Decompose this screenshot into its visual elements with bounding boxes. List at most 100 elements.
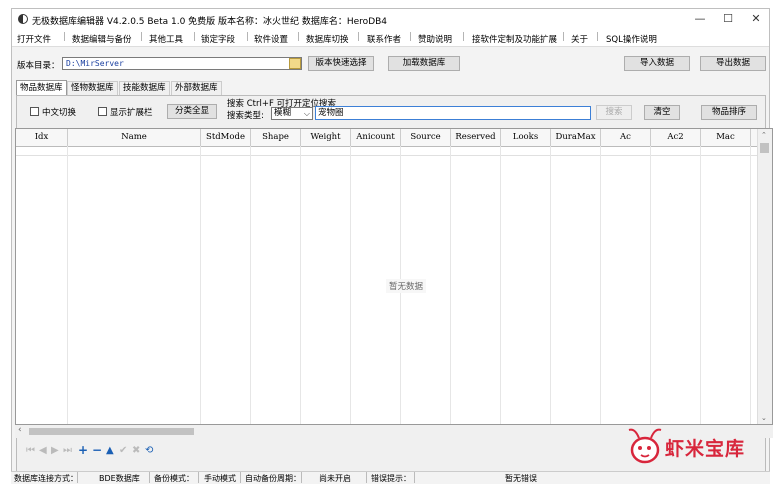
close-button[interactable]: ✕ — [742, 11, 769, 27]
menu-bar: 打开文件 | 数据编辑与备份 | 其他工具 | 锁定字段 | 软件设置 | 数据… — [12, 29, 769, 47]
menu-separator: | — [409, 32, 412, 42]
refresh-icon[interactable]: ⟲ — [145, 445, 153, 456]
title-bar: 无极数据库编辑器 V4.2.0.5 Beta 1.0 免费版 版本名称：冰火世纪… — [12, 9, 769, 29]
status-divider — [77, 472, 78, 483]
load-db-button[interactable]: 加载数据库 — [388, 56, 460, 71]
column-header[interactable]: DuraMax — [551, 129, 601, 146]
column-header[interactable]: Ac — [601, 129, 651, 146]
conn-label: 数据库连接方式： — [14, 474, 78, 483]
menu-open-file[interactable]: 打开文件 — [17, 33, 51, 45]
column-header[interactable]: Mac — [701, 129, 751, 146]
status-divider — [366, 472, 367, 483]
status-divider — [240, 472, 241, 483]
next-record-icon[interactable]: ▶ — [51, 445, 59, 456]
maximize-button[interactable]: ☐ — [714, 11, 742, 27]
export-button[interactable]: 导出数据 — [700, 56, 766, 71]
clear-button[interactable]: 清空 — [644, 105, 680, 120]
search-button[interactable]: 搜索 — [596, 105, 632, 120]
column-header[interactable]: Reserved — [451, 129, 501, 146]
conn-value: BDE数据库 — [99, 474, 140, 483]
menu-separator: | — [357, 32, 360, 42]
menu-settings[interactable]: 软件设置 — [254, 33, 288, 45]
chinese-toggle-label: 中文切换 — [42, 108, 77, 118]
search-type-select[interactable]: 模糊 ⌵ — [271, 107, 313, 120]
dir-input[interactable]: D:\MirServer — [62, 57, 302, 70]
scroll-down-icon[interactable]: ⌄ — [761, 414, 767, 422]
menu-separator: | — [140, 32, 143, 42]
backup-mode-label: 备份模式： — [154, 474, 194, 483]
column-header[interactable]: Name — [68, 129, 201, 146]
prev-record-icon[interactable]: ◀ — [39, 445, 47, 456]
vertical-scrollbar[interactable]: ⌃ ⌄ — [757, 129, 772, 424]
folder-icon[interactable] — [289, 58, 301, 69]
menu-data-edit[interactable]: 数据编辑与备份 — [72, 33, 132, 45]
category-all-button[interactable]: 分类全显 — [167, 104, 217, 119]
tab-external[interactable]: 外部数据库 — [171, 81, 222, 95]
show-ext-checkbox[interactable] — [98, 107, 107, 116]
menu-db-switch[interactable]: 数据库切换 — [306, 33, 349, 45]
import-button[interactable]: 导入数据 — [624, 56, 690, 71]
menu-about[interactable]: 关于 — [571, 33, 588, 45]
search-type-label: 搜索类型: — [227, 111, 264, 121]
watermark-logo: 虾米宝库 — [625, 424, 765, 468]
column-divider — [67, 146, 68, 424]
watermark-text: 虾米宝库 — [665, 438, 746, 460]
scroll-up-icon[interactable]: ⌃ — [761, 131, 767, 139]
tab-skills[interactable]: 技能数据库 — [119, 81, 170, 95]
window-title: 无极数据库编辑器 V4.2.0.5 Beta 1.0 免费版 版本名称：冰火世纪… — [32, 17, 388, 27]
delete-record-icon[interactable]: − — [92, 443, 102, 457]
scroll-thumb[interactable] — [760, 143, 769, 153]
status-divider — [301, 472, 302, 483]
menu-lock-fields[interactable]: 锁定字段 — [201, 33, 235, 45]
table-header: Idx Name StdMode Shape Weight Anicount S… — [16, 129, 758, 147]
column-divider — [200, 146, 201, 424]
menu-separator: | — [297, 32, 300, 42]
last-record-icon[interactable]: ⏭ — [63, 445, 72, 456]
menu-other-tools[interactable]: 其他工具 — [149, 33, 183, 45]
column-header[interactable]: Source — [401, 129, 451, 146]
column-divider — [500, 146, 501, 424]
chinese-toggle-checkbox[interactable] — [30, 107, 39, 116]
column-header[interactable]: Anicount — [351, 129, 401, 146]
shrimp-logo-icon — [628, 428, 662, 464]
quick-select-button[interactable]: 版本快速选择 — [308, 56, 374, 71]
column-divider — [350, 146, 351, 424]
search-input[interactable]: 宠物圈 — [315, 106, 591, 120]
column-header[interactable]: Looks — [501, 129, 551, 146]
auto-backup-label: 自动备份周期： — [245, 474, 301, 483]
status-divider — [198, 472, 199, 483]
menu-sql-help[interactable]: SQL操作说明 — [606, 33, 657, 45]
cancel-record-icon[interactable]: ✖ — [132, 445, 140, 456]
hscroll-thumb[interactable] — [29, 428, 194, 435]
column-header[interactable]: Shape — [251, 129, 301, 146]
scroll-left-icon[interactable]: ‹ — [18, 425, 22, 435]
dir-label: 版本目录： — [17, 61, 60, 71]
column-divider — [750, 146, 751, 424]
post-record-icon[interactable]: ✔ — [119, 445, 127, 456]
sort-button[interactable]: 物品排序 — [701, 105, 757, 120]
chevron-down-icon: ⌵ — [303, 109, 310, 118]
column-header[interactable]: StdMode — [201, 129, 251, 146]
column-header[interactable]: Weight — [301, 129, 351, 146]
column-divider — [250, 146, 251, 424]
column-divider — [600, 146, 601, 424]
menu-sponsor[interactable]: 赞助说明 — [418, 33, 452, 45]
menu-separator: | — [562, 32, 565, 42]
add-record-icon[interactable]: + — [78, 443, 88, 457]
tab-monsters[interactable]: 怪物数据库 — [67, 81, 118, 95]
edit-record-icon[interactable]: ▲ — [106, 445, 114, 456]
tab-items[interactable]: 物品数据库 — [16, 80, 67, 95]
search-type-value: 模糊 — [274, 108, 292, 118]
column-header[interactable]: Ac2 — [651, 129, 701, 146]
status-divider — [414, 472, 415, 483]
items-table[interactable]: Idx Name StdMode Shape Weight Anicount S… — [15, 128, 773, 425]
menu-separator: | — [63, 32, 66, 42]
dir-value: D:\MirServer — [66, 59, 124, 68]
column-divider — [700, 146, 701, 424]
menu-separator: | — [462, 32, 465, 42]
menu-custom[interactable]: 接软件定制及功能扩展 — [472, 33, 557, 45]
first-record-icon[interactable]: ⏮ — [26, 445, 35, 456]
menu-contact[interactable]: 联系作者 — [367, 33, 401, 45]
minimize-button[interactable]: — — [686, 11, 714, 27]
column-header[interactable]: Idx — [16, 129, 68, 146]
